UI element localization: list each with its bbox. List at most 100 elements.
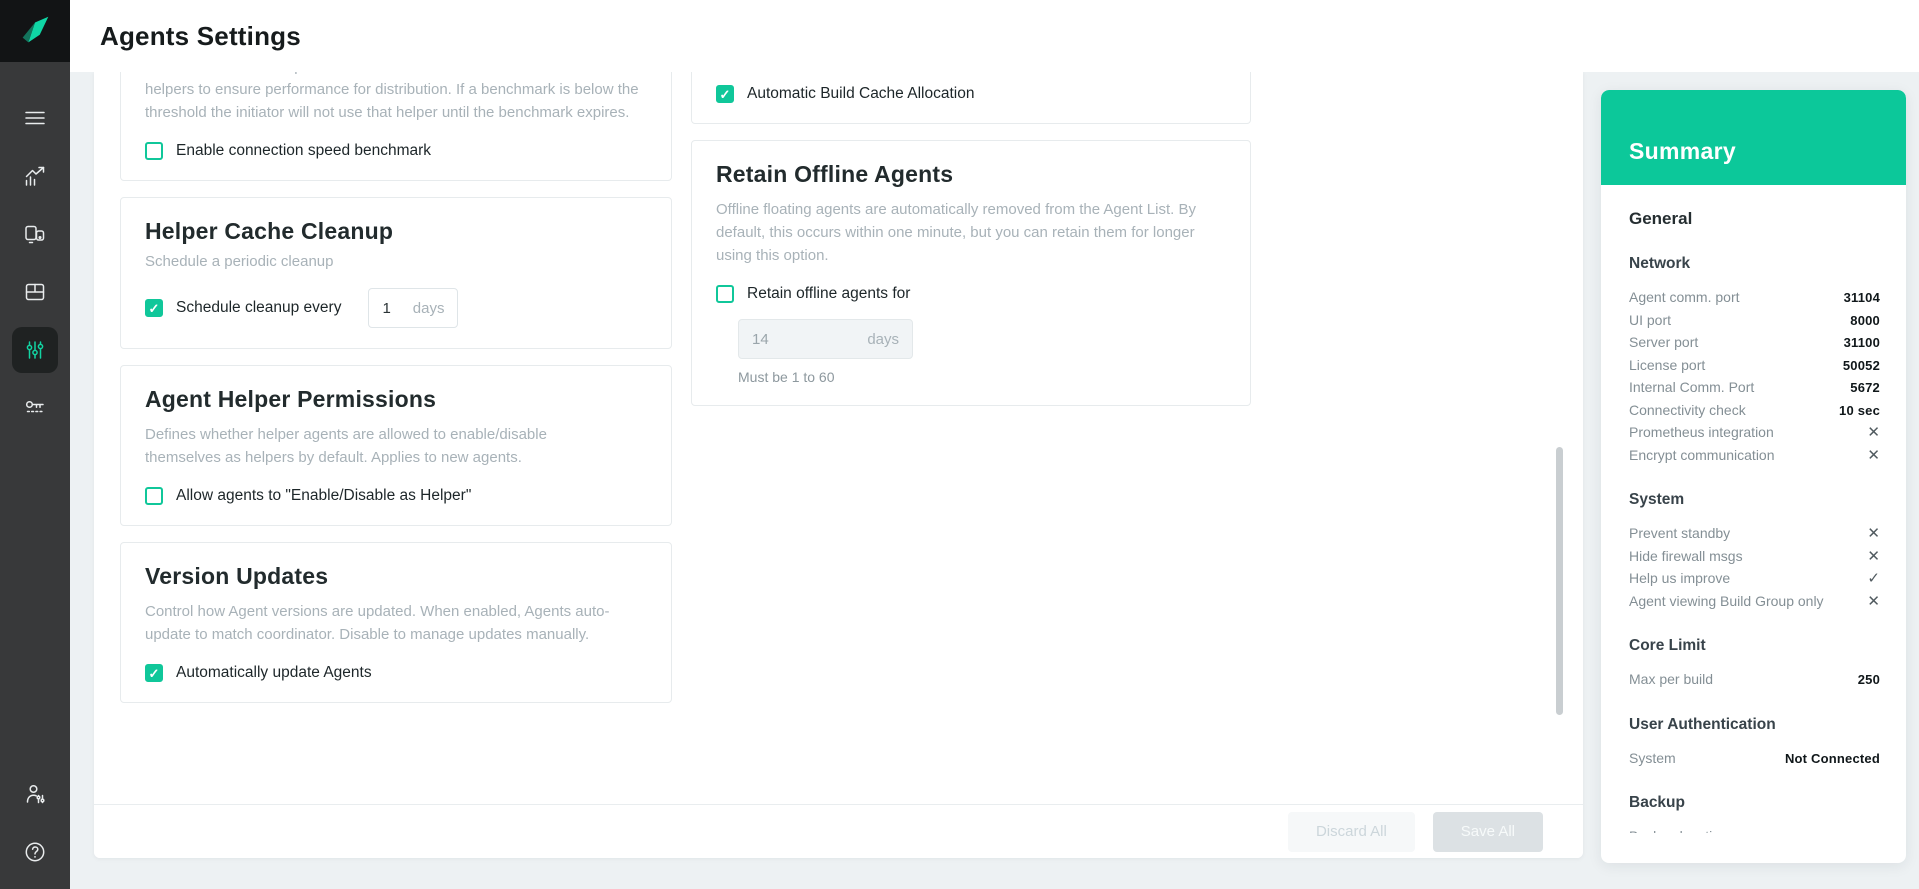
build-cache-label: Automatic Build Cache Allocation: [747, 85, 974, 103]
enable-benchmark-checkbox-row[interactable]: Enable connection speed benchmark: [145, 142, 647, 160]
settings-scroll-panel: Performs connection speed benchmarks bet…: [94, 72, 1583, 858]
auto-update-checkbox-row[interactable]: Automatically update Agents: [145, 664, 647, 682]
summary-section-backup: Backup: [1629, 794, 1880, 812]
sidebar-nav: [12, 95, 58, 431]
enable-benchmark-label: Enable connection speed benchmark: [176, 142, 431, 160]
x-mark-icon: ✕: [1867, 592, 1880, 612]
menu-button[interactable]: [12, 95, 58, 141]
summary-section-network: Network: [1629, 255, 1880, 273]
cleanup-days-input[interactable]: 1 days: [368, 288, 458, 328]
summary-row: Prometheus integration ✕: [1629, 423, 1880, 443]
cleanup-days-value: 1: [382, 300, 390, 317]
summary-title: Summary: [1629, 138, 1736, 165]
summary-section-system: System: [1629, 491, 1880, 509]
summary-section-general: General: [1629, 209, 1880, 229]
summary-header: Summary: [1601, 90, 1906, 185]
summary-row: Agent comm. port 31104: [1629, 288, 1880, 308]
agents-devices-icon: [23, 222, 47, 246]
agent-helper-permissions-card: Agent Helper Permissions Defines whether…: [120, 365, 672, 526]
checkbox-checked-icon[interactable]: [716, 85, 734, 103]
summary-section-user-authentication: User Authentication: [1629, 716, 1880, 734]
helper-cache-cleanup-card: Helper Cache Cleanup Schedule a periodic…: [120, 197, 672, 349]
user-permissions-icon: [23, 782, 47, 806]
checkbox-checked-icon[interactable]: [145, 664, 163, 682]
summary-row: Max per build 250: [1629, 670, 1880, 690]
card-title: Retain Offline Agents: [716, 161, 1226, 188]
summary-row: Connectivity check 10 sec: [1629, 401, 1880, 421]
summary-section-core-limit: Core Limit: [1629, 637, 1880, 655]
summary-row: Server port 31100: [1629, 333, 1880, 353]
auto-update-label: Automatically update Agents: [176, 664, 372, 682]
x-mark-icon: ✕: [1867, 423, 1880, 443]
checkbox-unchecked-icon[interactable]: [716, 285, 734, 303]
page-header: Agents Settings: [70, 0, 1919, 72]
x-mark-icon: ✕: [1867, 547, 1880, 567]
connection-benchmark-description: Performs connection speed benchmarks bet…: [145, 72, 647, 124]
retain-range-hint: Must be 1 to 60: [738, 369, 1226, 385]
sidebar-item-monitor[interactable]: [12, 153, 58, 199]
summary-row: Agent viewing Build Group only ✕: [1629, 592, 1880, 612]
cleanup-days-unit: days: [413, 300, 445, 317]
checkbox-unchecked-icon[interactable]: [145, 142, 163, 160]
retain-label: Retain offline agents for: [747, 285, 910, 303]
sidebar-item-agents[interactable]: [12, 211, 58, 257]
sidebar-item-builds[interactable]: [12, 269, 58, 315]
vertical-scrollbar[interactable]: [1556, 447, 1563, 715]
summary-body[interactable]: General Network Agent comm. port 31104 U…: [1601, 185, 1906, 833]
schedule-cleanup-label: Schedule cleanup every: [176, 299, 341, 317]
page-title: Agents Settings: [100, 21, 301, 52]
app-logo: [0, 0, 70, 62]
permissions-description: Defines whether helper agents are allowe…: [145, 423, 565, 469]
summary-row: Help us improve ✓: [1629, 569, 1880, 589]
settings-column-left: Performs connection speed benchmarks bet…: [120, 72, 672, 719]
allow-enable-disable-label: Allow agents to "Enable/Disable as Helpe…: [176, 487, 471, 505]
summary-row-clipped: Backup location: [1629, 824, 1880, 833]
retain-days-value: 14: [752, 331, 769, 348]
connection-benchmark-card: Performs connection speed benchmarks bet…: [120, 72, 672, 181]
summary-panel: Summary General Network Agent comm. port…: [1601, 90, 1906, 863]
discard-all-button[interactable]: Discard All: [1288, 812, 1415, 852]
save-all-button[interactable]: Save All: [1433, 812, 1543, 852]
retain-description: Offline floating agents are automaticall…: [716, 198, 1226, 267]
sidebar-item-help[interactable]: [12, 829, 58, 875]
summary-row: UI port 8000: [1629, 311, 1880, 331]
build-cache-card: Automatic Build Cache Allocation: [691, 72, 1251, 124]
allow-enable-disable-checkbox-row[interactable]: Allow agents to "Enable/Disable as Helpe…: [145, 487, 647, 505]
checkbox-unchecked-icon[interactable]: [145, 487, 163, 505]
settings-column-right: Automatic Build Cache Allocation Retain …: [691, 72, 1251, 422]
monitor-chart-icon: [23, 164, 47, 188]
sidebar-item-user-permissions[interactable]: [12, 771, 58, 817]
sidebar: [0, 0, 70, 889]
retain-days-unit: days: [867, 331, 899, 348]
card-title: Version Updates: [145, 563, 647, 590]
checkbox-checked-icon[interactable]: [145, 299, 163, 317]
summary-row: Encrypt communication ✕: [1629, 446, 1880, 466]
summary-row: System Not Connected: [1629, 749, 1880, 769]
sidebar-item-license[interactable]: [12, 385, 58, 431]
incredibuild-logo: [16, 12, 54, 50]
summary-row: Prevent standby ✕: [1629, 524, 1880, 544]
version-updates-card: Version Updates Control how Agent versio…: [120, 542, 672, 703]
help-icon: [23, 840, 47, 864]
schedule-cleanup-row: Schedule cleanup every 1 days: [145, 288, 647, 328]
settings-footer: Discard All Save All: [94, 804, 1583, 858]
sidebar-item-settings[interactable]: [12, 327, 58, 373]
retain-days-input[interactable]: 14 days: [738, 319, 913, 359]
card-subtitle: Schedule a periodic cleanup: [145, 253, 647, 270]
builds-grid-icon: [23, 280, 47, 304]
retain-checkbox-row[interactable]: Retain offline agents for: [716, 285, 1226, 303]
card-title: Helper Cache Cleanup: [145, 218, 647, 245]
summary-row: Internal Comm. Port 5672: [1629, 378, 1880, 398]
card-title: Agent Helper Permissions: [145, 386, 647, 413]
x-mark-icon: ✕: [1867, 446, 1880, 466]
settings-sliders-icon: [23, 338, 47, 362]
x-mark-icon: ✕: [1867, 524, 1880, 544]
sidebar-bottom-nav: [12, 771, 58, 875]
license-key-icon: [23, 396, 47, 420]
retain-offline-agents-card: Retain Offline Agents Offline floating a…: [691, 140, 1251, 406]
check-mark-icon: ✓: [1867, 569, 1880, 589]
menu-icon: [23, 106, 47, 130]
build-cache-checkbox-row[interactable]: Automatic Build Cache Allocation: [716, 85, 1226, 103]
summary-row: License port 50052: [1629, 356, 1880, 376]
version-updates-description: Control how Agent versions are updated. …: [145, 600, 625, 646]
